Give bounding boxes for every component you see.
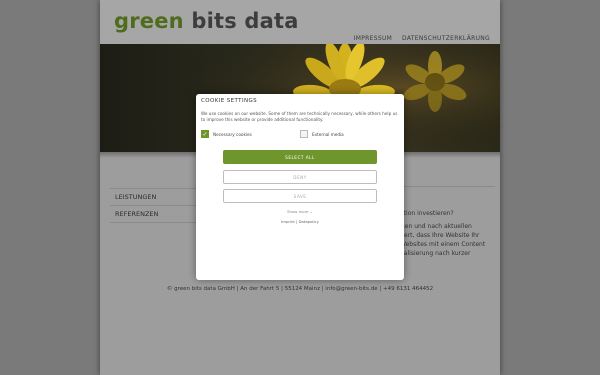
cookie-dialog-text: We use cookies on our website. Some of t… (201, 111, 398, 122)
cookie-settings-dialog: COOKIE SETTINGS We use cookies on our we… (196, 94, 404, 280)
chevron-down-icon: ⌄ (309, 209, 313, 214)
checkbox-checked-icon[interactable]: ✓ (201, 130, 209, 138)
option-label: External media (312, 131, 344, 137)
cookie-dialog-title: COOKIE SETTINGS (201, 98, 258, 104)
show-more-link[interactable]: Show more ⌄ (196, 209, 404, 214)
legal-links[interactable]: Imprint | Datapolicy (196, 219, 404, 224)
option-label: Necessary cookies (213, 131, 252, 137)
save-button[interactable]: SAVE (223, 189, 377, 203)
deny-button[interactable]: DENY (223, 170, 377, 184)
select-all-button[interactable]: SELECT ALL (223, 150, 377, 164)
option-necessary-cookies[interactable]: ✓ Necessary cookies (201, 130, 252, 138)
option-external-media[interactable]: External media (300, 130, 344, 138)
show-more-label: Show more (287, 209, 309, 214)
checkbox-unchecked-icon[interactable] (300, 130, 308, 138)
